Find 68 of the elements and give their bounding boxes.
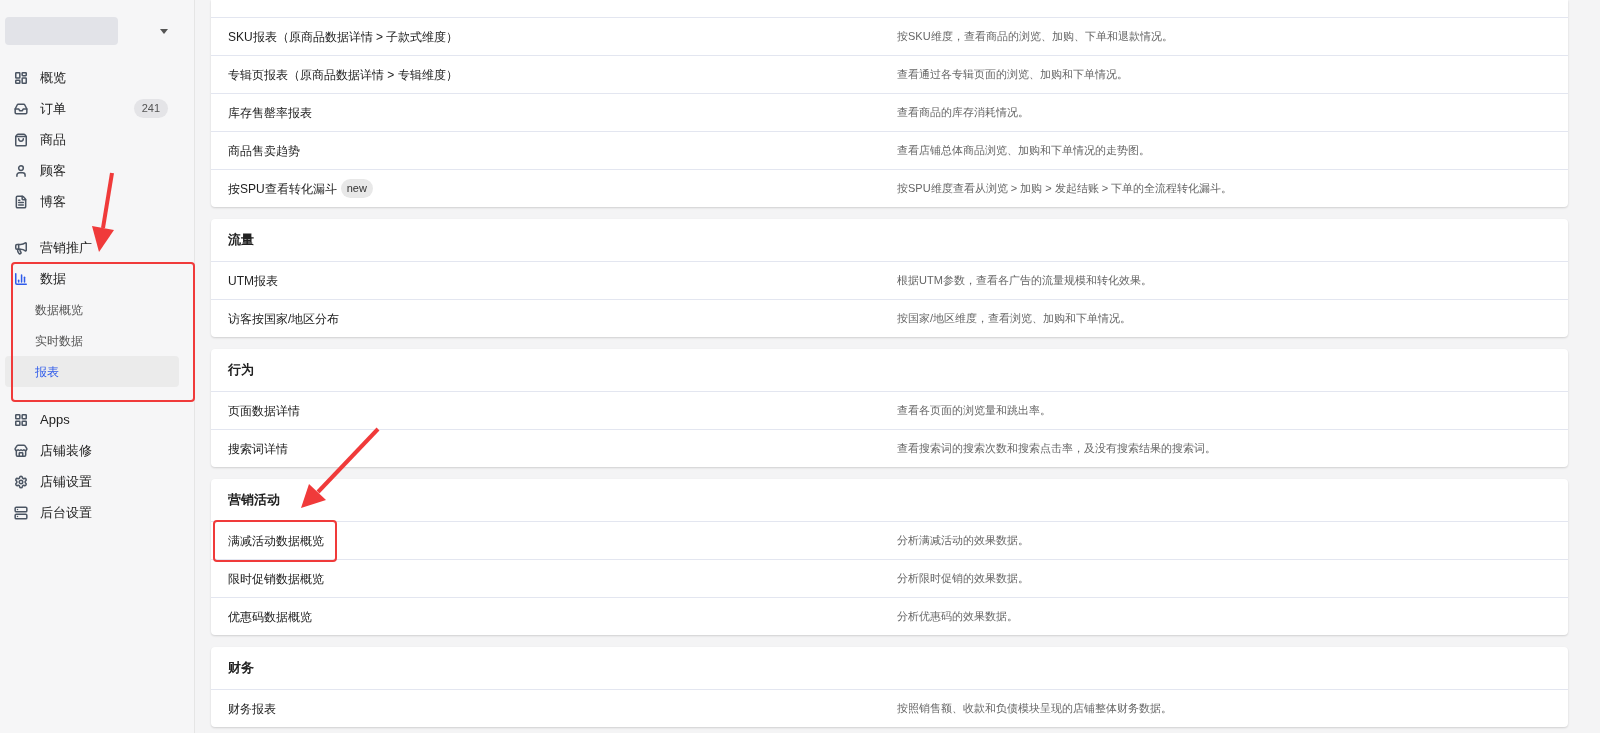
report-link[interactable]: UTM报表: [228, 271, 278, 290]
report-link[interactable]: 商品售卖趋势: [228, 141, 300, 160]
nav-item[interactable]: 营销推广: [5, 232, 189, 263]
user-icon: [14, 163, 28, 178]
report-description: 分析优惠码的效果数据。: [897, 609, 1019, 625]
nav-label: 营销推广: [40, 238, 92, 257]
nav-label: 博客: [40, 192, 66, 211]
sub-nav-item[interactable]: 报表: [5, 356, 179, 387]
report-description: 查看店铺总体商品浏览、加购和下单情况的走势图。: [897, 143, 1151, 159]
report-link[interactable]: 库存售罄率报表: [228, 103, 312, 122]
nav-label: Apps: [40, 410, 70, 429]
nav-label: 概览: [40, 68, 66, 87]
order-count: 241: [133, 99, 168, 118]
nav-label: 商品: [40, 130, 66, 149]
nav-label: 后台设置: [40, 503, 92, 522]
nav-item[interactable]: Apps: [5, 404, 189, 435]
section-title: 行为: [227, 361, 255, 380]
shopping-bag-icon: [14, 132, 28, 147]
nav-item[interactable]: 顾客: [5, 155, 189, 186]
report-description: 按SPU维度查看从浏览 > 加购 > 发起结账 > 下单的全流程转化漏斗。: [897, 181, 1234, 197]
sub-nav-item[interactable]: 数据概览: [5, 294, 189, 325]
report-link[interactable]: 财务报表: [228, 699, 276, 718]
inbox-icon: [14, 101, 28, 116]
report-link[interactable]: 页面数据详情: [228, 401, 300, 420]
section-title: 流量: [227, 231, 255, 250]
report-description: 分析满减活动的效果数据。: [897, 533, 1030, 549]
nav-item[interactable]: 后台设置: [5, 497, 189, 528]
report-description: 分析限时促销的效果数据。: [897, 571, 1030, 587]
document-icon: [14, 194, 28, 209]
report-description: 按SKU维度，查看商品的浏览、加购、下单和退款情况。: [897, 29, 1174, 45]
report-description: 查看商品的库存消耗情况。: [897, 105, 1030, 121]
section-title: 营销活动: [227, 491, 281, 510]
nav-item[interactable]: 店铺装修: [5, 435, 189, 466]
report-link[interactable]: 优惠码数据概览: [228, 607, 312, 626]
report-link[interactable]: 限时促销数据概览: [228, 569, 324, 588]
nav-item[interactable]: 订单 241: [5, 93, 189, 124]
nav-label: 数据: [40, 269, 66, 288]
report-description: 查看通过各专辑页面的浏览、加购和下单情况。: [897, 67, 1129, 83]
nav-item[interactable]: 店铺设置: [5, 466, 189, 497]
grid-icon: [14, 412, 28, 427]
report-description: 根据UTM参数，查看各广告的流量规模和转化效果。: [897, 273, 1153, 289]
report-link[interactable]: 访客按国家/地区分布: [228, 309, 340, 328]
report-description: 查看各页面的浏览量和跳出率。: [897, 403, 1052, 419]
nav-item[interactable]: 概览: [5, 62, 189, 93]
nav-item[interactable]: 数据: [5, 263, 189, 294]
report-description: 查看搜索词的搜索次数和搜索点击率，及没有搜索结果的搜索词。: [897, 441, 1217, 457]
report-description: 按国家/地区维度，查看浏览、加购和下单情况。: [897, 311, 1133, 327]
report-link[interactable]: 专辑页报表（原商品数据详情 > 专辑维度）: [228, 65, 458, 84]
store-icon: [14, 443, 28, 458]
settings-icon: [14, 474, 28, 489]
nav-label: 顾客: [40, 161, 66, 180]
sub-nav-item[interactable]: 实时数据: [5, 325, 189, 356]
bar-chart-icon: [14, 271, 28, 286]
nav-item[interactable]: 博客: [5, 186, 189, 217]
megaphone-icon: [14, 240, 28, 255]
report-link[interactable]: SKU报表（原商品数据详情 > 子款式维度）: [228, 27, 459, 46]
nav-label: 店铺装修: [40, 441, 92, 460]
nav-label: 订单: [40, 99, 66, 118]
report-link[interactable]: 搜索词详情: [228, 439, 288, 458]
report-description: 按照销售额、收款和负债模块呈现的店铺整体财务数据。: [897, 701, 1173, 717]
new-badge: new: [340, 179, 373, 198]
server-icon: [14, 505, 28, 520]
dashboard-icon: [14, 70, 28, 85]
section-title: 财务: [227, 659, 255, 678]
nav-item[interactable]: 商品: [5, 124, 189, 155]
report-link[interactable]: 满减活动数据概览: [228, 531, 324, 550]
nav-label: 店铺设置: [40, 472, 92, 491]
report-link[interactable]: 按SPU查看转化漏斗: [228, 179, 337, 198]
